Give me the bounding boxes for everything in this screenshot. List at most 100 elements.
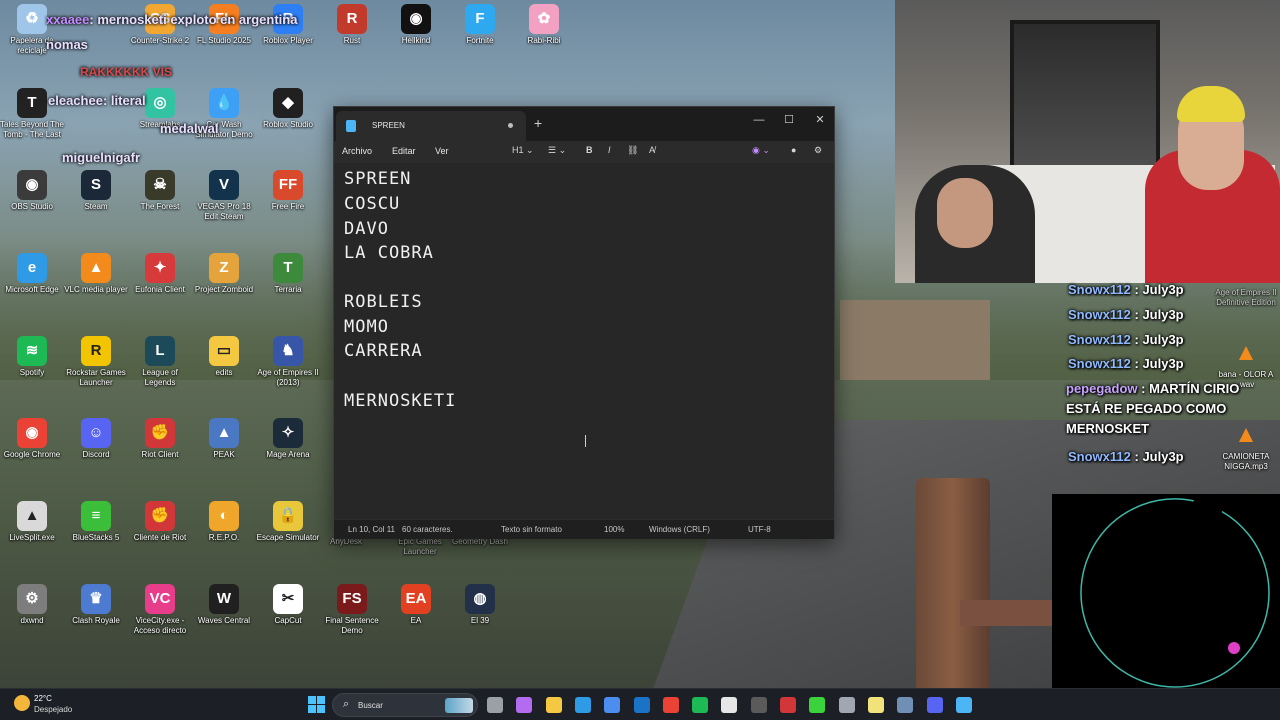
rockstar-icon: R	[81, 336, 111, 366]
desktop-icon-theforest[interactable]: ☠ The Forest	[128, 170, 192, 212]
visualizer-ring-icon	[1080, 498, 1270, 688]
taskbar-copilot-icon[interactable]	[516, 697, 533, 713]
desktop-icon-rabiribi[interactable]: ✿ Rabi-Ribi	[512, 4, 576, 46]
clear-format-icon[interactable]: A̸	[649, 145, 655, 155]
taskbar-store-icon[interactable]	[604, 697, 621, 713]
text-line: LA COBRA	[344, 243, 434, 263]
desktop-icon-riotclient[interactable]: ✊ Riot Client	[128, 418, 192, 460]
desktop-icon-waves[interactable]: W Waves Central	[192, 584, 256, 626]
menu-editar[interactable]: Editar	[392, 146, 416, 156]
menu-archivo[interactable]: Archivo	[342, 146, 372, 156]
copilot-icon[interactable]: ◉ ⌄	[752, 145, 770, 156]
taskbar-capcut-icon[interactable]	[721, 697, 738, 713]
weather-icon[interactable]	[14, 695, 30, 711]
new-tab-icon[interactable]: +	[534, 115, 542, 131]
account-icon[interactable]: ●	[791, 145, 796, 155]
notepad-editor[interactable]: SPREEN COSCU DAVO LA COBRA ROBLEIS MOMO …	[334, 163, 834, 519]
desktop-icon-vlc[interactable]: ▲ VLC media player	[64, 253, 128, 295]
status-zoom[interactable]: 100%	[604, 525, 624, 534]
windows-logo-icon	[308, 696, 316, 704]
desktop-icon-escape[interactable]: 🔒 Escape Simulator	[256, 501, 320, 543]
vicecity-icon: VC	[145, 584, 175, 614]
taskbar-chrome-icon[interactable]	[662, 697, 679, 713]
taskbar-notes-icon[interactable]	[867, 697, 884, 713]
bold-button[interactable]: B	[586, 145, 593, 155]
taskbar-app-red-icon[interactable]	[780, 697, 796, 713]
taskbar-steam-icon[interactable]	[897, 697, 914, 713]
weather-description[interactable]: Despejado	[34, 705, 72, 714]
desktop-icon-magearena[interactable]: ✧ Mage Arena	[256, 418, 320, 460]
taskbar-razer-icon[interactable]	[809, 697, 826, 713]
desktop-icon-clienteriot[interactable]: ✊ Cliente de Riot	[128, 501, 192, 543]
desktop-icon-el39[interactable]: ◍ El 39	[448, 584, 512, 626]
desktop-icon-roblox-studio[interactable]: ◆ Roblox Studio	[256, 88, 320, 130]
text-line: CARRERA	[344, 341, 423, 361]
riotclient-icon: ✊	[145, 418, 175, 448]
list-icon[interactable]: ☰ ⌄	[548, 145, 566, 156]
taskbar-file-explorer-icon[interactable]	[545, 697, 562, 713]
desktop-icon-finalsentence[interactable]: FS Final Sentence Demo	[320, 584, 384, 636]
overlay-colon: :	[102, 93, 111, 108]
desktop-icon-obs[interactable]: ◉ OBS Studio	[0, 170, 64, 212]
desktop-icon-spotify[interactable]: ≋ Spotify	[0, 336, 64, 378]
finalsentence-icon: FS	[337, 584, 367, 614]
desktop-icon-dxwnd[interactable]: ⚙ dxwnd	[0, 584, 64, 626]
taskbar-spotify-icon[interactable]	[692, 697, 709, 713]
desktop-icon-vicecity[interactable]: VC ViceCity.exe - Acceso directo	[128, 584, 192, 636]
status-encoding: UTF-8	[748, 525, 771, 534]
notepad-tab[interactable]: SPREEN	[336, 111, 526, 141]
desktop-icon-peak[interactable]: ▲ PEAK	[192, 418, 256, 460]
unsaved-dot-icon[interactable]	[508, 123, 513, 128]
close-icon[interactable]: ✕	[805, 109, 835, 131]
desktop-icon-livesplit[interactable]: ▲ LiveSplit.exe	[0, 501, 64, 543]
taskbar-obs-icon[interactable]	[750, 697, 767, 713]
taskbar-search[interactable]: ⌕ Buscar	[332, 693, 478, 717]
heading-button[interactable]: H1 ⌄	[512, 145, 534, 156]
search-icon: ⌕	[343, 698, 350, 710]
taskbar-outlook-icon[interactable]	[633, 697, 650, 713]
italic-button[interactable]: I	[608, 145, 611, 155]
desktop-icon-ea[interactable]: EA EA	[384, 584, 448, 626]
desktop-icon-aoe2[interactable]: ♞ Age of Empires II (2013)	[256, 336, 320, 388]
notepad-menubar: Archivo Editar Ver H1 ⌄ ☰ ⌄ B I ⛓ A̸ ◉ ⌄…	[334, 141, 834, 163]
start-button[interactable]	[308, 696, 326, 714]
taskbar-task-view-icon[interactable]	[487, 697, 503, 713]
notepad-titlebar[interactable]: SPREEN + — ☐ ✕	[334, 107, 834, 141]
desktop-icon-eufonia[interactable]: ✦ Eufonia Client	[128, 253, 192, 295]
desktop-icon-lol[interactable]: L League of Legends	[128, 336, 192, 388]
taskbar-edge-icon[interactable]	[574, 697, 591, 713]
webcam-background-window	[1010, 20, 1160, 170]
minimize-icon[interactable]: —	[744, 109, 774, 131]
desktop-icon-clashroyale[interactable]: ♛ Clash Royale	[64, 584, 128, 626]
desktop-icon-bluestacks[interactable]: ≡ BlueStacks 5	[64, 501, 128, 543]
weather-temperature[interactable]: 22°C	[34, 694, 52, 703]
desktop-icon-rust[interactable]: R Rust	[320, 4, 384, 46]
overlay-text: mernosketi exploto en argentina	[97, 12, 298, 27]
desktop-icon-fortnite[interactable]: F Fortnite	[448, 4, 512, 46]
link-icon[interactable]: ⛓	[627, 145, 638, 156]
desktop-icon-rockstar[interactable]: R Rockstar Games Launcher	[64, 336, 128, 388]
desktop-icon-vegas[interactable]: V VEGAS Pro 18 Edit Steam	[192, 170, 256, 222]
desktop-icon-chrome[interactable]: ◉ Google Chrome	[0, 418, 64, 460]
desktop-icon-steam[interactable]: S Steam	[64, 170, 128, 212]
desktop-icon-terraria[interactable]: T Terraria	[256, 253, 320, 295]
desktop-icon-zomboid[interactable]: Z Project Zomboid	[192, 253, 256, 295]
desktop-icon-hellkind[interactable]: ◉ Hellkind	[384, 4, 448, 46]
notepad-window[interactable]: SPREEN + — ☐ ✕ Archivo Editar Ver H1 ⌄ ☰…	[333, 106, 835, 539]
desktop-icon-capcut[interactable]: ✂ CapCut	[256, 584, 320, 626]
desktop-icon-freefire[interactable]: FF Free Fire	[256, 170, 320, 212]
taskbar-discord-icon[interactable]	[926, 697, 943, 713]
desktop-icon-edge[interactable]: e Microsoft Edge	[0, 253, 64, 295]
settings-gear-icon[interactable]: ⚙	[814, 145, 822, 156]
taskbar-settings-icon[interactable]	[838, 697, 855, 713]
maximize-icon[interactable]: ☐	[774, 109, 804, 131]
overlay-user: eleachee	[48, 93, 103, 108]
desktop-icon-discord[interactable]: ☺ Discord	[64, 418, 128, 460]
menu-ver[interactable]: Ver	[435, 146, 449, 156]
taskbar-notepad-icon[interactable]	[955, 697, 972, 713]
desktop-icon-label: PEAK	[213, 450, 235, 459]
desktop-icon-edits[interactable]: ▭ edits	[192, 336, 256, 378]
wallpaper-house	[840, 300, 990, 380]
lol-icon: L	[145, 336, 175, 366]
desktop-icon-repo[interactable]: ◐ R.E.P.O.	[192, 501, 256, 543]
